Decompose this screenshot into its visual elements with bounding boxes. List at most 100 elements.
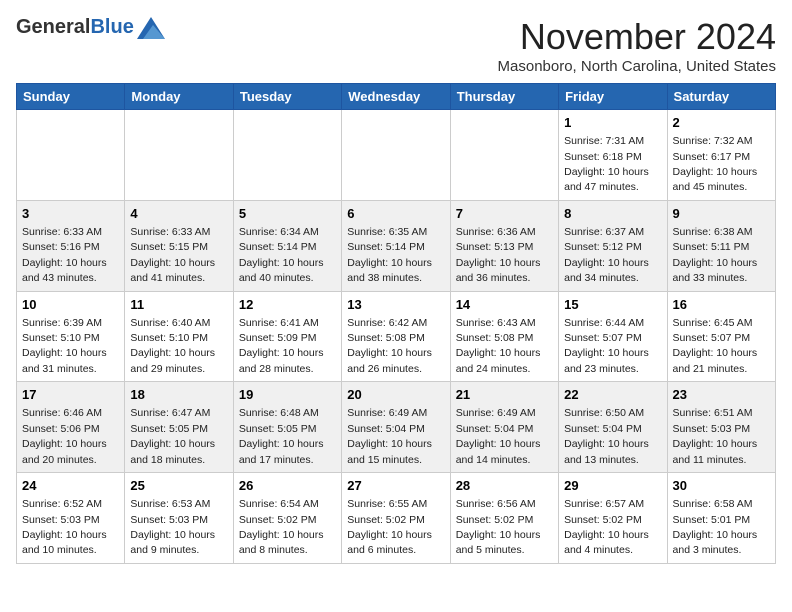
- calendar-cell: [450, 110, 558, 201]
- location: Masonboro, North Carolina, United States: [498, 58, 776, 75]
- day-number: 8: [564, 205, 661, 223]
- day-number: 1: [564, 114, 661, 132]
- weekday-header: Friday: [559, 84, 667, 110]
- day-info: Sunrise: 6:33 AM Sunset: 5:16 PM Dayligh…: [22, 226, 107, 284]
- weekday-header: Saturday: [667, 84, 775, 110]
- day-number: 20: [347, 386, 444, 404]
- day-number: 12: [239, 296, 336, 314]
- calendar-cell: 13 Sunrise: 6:42 AM Sunset: 5:08 PM Dayli…: [342, 291, 450, 382]
- day-number: 24: [22, 477, 119, 495]
- weekday-header: Thursday: [450, 84, 558, 110]
- calendar-cell: 29 Sunrise: 6:57 AM Sunset: 5:02 PM Dayli…: [559, 473, 667, 564]
- calendar-cell: 21 Sunrise: 6:49 AM Sunset: 5:04 PM Dayli…: [450, 382, 558, 473]
- day-number: 28: [456, 477, 553, 495]
- calendar-cell: [233, 110, 341, 201]
- calendar-header: SundayMondayTuesdayWednesdayThursdayFrid…: [17, 84, 776, 110]
- calendar-cell: 4Sunrise: 6:33 AM Sunset: 5:15 PM Daylig…: [125, 200, 233, 291]
- calendar-cell: 22Sunrise: 6:50 AM Sunset: 5:04 PM Dayli…: [559, 382, 667, 473]
- logo-text: GeneralBlue: [16, 16, 134, 39]
- day-info: Sunrise: 6:46 AM Sunset: 5:06 PM Dayligh…: [22, 407, 107, 465]
- calendar-cell: 7 Sunrise: 6:36 AM Sunset: 5:13 PM Daylig…: [450, 200, 558, 291]
- day-info: Sunrise: 6:37 AM Sunset: 5:12 PM Dayligh…: [564, 226, 649, 284]
- day-number: 21: [456, 386, 553, 404]
- calendar-cell: 3Sunrise: 6:33 AM Sunset: 5:16 PM Daylig…: [17, 200, 125, 291]
- calendar-cell: 23 Sunrise: 6:51 AM Sunset: 5:03 PM Dayli…: [667, 382, 775, 473]
- weekday-header: Sunday: [17, 84, 125, 110]
- calendar-cell: [342, 110, 450, 201]
- calendar-cell: 6 Sunrise: 6:35 AM Sunset: 5:14 PM Daylig…: [342, 200, 450, 291]
- day-number: 25: [130, 477, 227, 495]
- day-info: Sunrise: 6:42 AM Sunset: 5:08 PM Dayligh…: [347, 317, 432, 375]
- title-block: November 2024 Masonboro, North Carolina,…: [498, 16, 776, 75]
- calendar-cell: 2 Sunrise: 7:32 AM Sunset: 6:17 PM Daylig…: [667, 110, 775, 201]
- calendar-cell: 16 Sunrise: 6:45 AM Sunset: 5:07 PM Dayli…: [667, 291, 775, 382]
- day-info: Sunrise: 6:36 AM Sunset: 5:13 PM Dayligh…: [456, 226, 541, 284]
- day-number: 27: [347, 477, 444, 495]
- logo: GeneralBlue: [16, 16, 165, 39]
- day-info: Sunrise: 6:55 AM Sunset: 5:02 PM Dayligh…: [347, 498, 432, 556]
- day-number: 26: [239, 477, 336, 495]
- day-number: 6: [347, 205, 444, 223]
- day-info: Sunrise: 6:45 AM Sunset: 5:07 PM Dayligh…: [673, 317, 758, 375]
- day-number: 4: [130, 205, 227, 223]
- calendar-cell: 10Sunrise: 6:39 AM Sunset: 5:10 PM Dayli…: [17, 291, 125, 382]
- calendar-cell: 8 Sunrise: 6:37 AM Sunset: 5:12 PM Daylig…: [559, 200, 667, 291]
- day-info: Sunrise: 6:56 AM Sunset: 5:02 PM Dayligh…: [456, 498, 541, 556]
- calendar-week-row: 10Sunrise: 6:39 AM Sunset: 5:10 PM Dayli…: [17, 291, 776, 382]
- day-info: Sunrise: 6:38 AM Sunset: 5:11 PM Dayligh…: [673, 226, 758, 284]
- day-number: 11: [130, 296, 227, 314]
- calendar-body: 1 Sunrise: 7:31 AM Sunset: 6:18 PM Daylig…: [17, 110, 776, 564]
- calendar-cell: [17, 110, 125, 201]
- day-number: 19: [239, 386, 336, 404]
- day-info: Sunrise: 6:49 AM Sunset: 5:04 PM Dayligh…: [347, 407, 432, 465]
- day-number: 29: [564, 477, 661, 495]
- day-number: 22: [564, 386, 661, 404]
- month-title: November 2024: [498, 16, 776, 58]
- calendar-cell: [125, 110, 233, 201]
- day-number: 5: [239, 205, 336, 223]
- day-info: Sunrise: 7:32 AM Sunset: 6:17 PM Dayligh…: [673, 135, 758, 193]
- day-number: 14: [456, 296, 553, 314]
- day-number: 30: [673, 477, 770, 495]
- day-info: Sunrise: 6:41 AM Sunset: 5:09 PM Dayligh…: [239, 317, 324, 375]
- calendar-cell: 19 Sunrise: 6:48 AM Sunset: 5:05 PM Dayli…: [233, 382, 341, 473]
- day-info: Sunrise: 6:54 AM Sunset: 5:02 PM Dayligh…: [239, 498, 324, 556]
- calendar-cell: 12 Sunrise: 6:41 AM Sunset: 5:09 PM Dayli…: [233, 291, 341, 382]
- day-info: Sunrise: 6:51 AM Sunset: 5:03 PM Dayligh…: [673, 407, 758, 465]
- page-header: GeneralBlue November 2024 Masonboro, Nor…: [16, 16, 776, 75]
- calendar-cell: 5 Sunrise: 6:34 AM Sunset: 5:14 PM Daylig…: [233, 200, 341, 291]
- weekday-header: Monday: [125, 84, 233, 110]
- day-number: 17: [22, 386, 119, 404]
- day-info: Sunrise: 6:53 AM Sunset: 5:03 PM Dayligh…: [130, 498, 215, 556]
- calendar-cell: 26 Sunrise: 6:54 AM Sunset: 5:02 PM Dayli…: [233, 473, 341, 564]
- calendar-week-row: 3Sunrise: 6:33 AM Sunset: 5:16 PM Daylig…: [17, 200, 776, 291]
- calendar-table: SundayMondayTuesdayWednesdayThursdayFrid…: [16, 83, 776, 564]
- day-info: Sunrise: 6:35 AM Sunset: 5:14 PM Dayligh…: [347, 226, 432, 284]
- day-number: 16: [673, 296, 770, 314]
- weekday-header: Wednesday: [342, 84, 450, 110]
- day-number: 2: [673, 114, 770, 132]
- logo-blue: Blue: [90, 16, 133, 38]
- day-info: Sunrise: 6:57 AM Sunset: 5:02 PM Dayligh…: [564, 498, 649, 556]
- calendar-cell: 25 Sunrise: 6:53 AM Sunset: 5:03 PM Dayli…: [125, 473, 233, 564]
- day-number: 9: [673, 205, 770, 223]
- day-info: Sunrise: 6:48 AM Sunset: 5:05 PM Dayligh…: [239, 407, 324, 465]
- calendar-cell: 15Sunrise: 6:44 AM Sunset: 5:07 PM Dayli…: [559, 291, 667, 382]
- day-number: 10: [22, 296, 119, 314]
- logo-icon: [137, 17, 165, 39]
- day-info: Sunrise: 6:49 AM Sunset: 5:04 PM Dayligh…: [456, 407, 541, 465]
- day-info: Sunrise: 6:34 AM Sunset: 5:14 PM Dayligh…: [239, 226, 324, 284]
- day-number: 7: [456, 205, 553, 223]
- calendar-cell: 9 Sunrise: 6:38 AM Sunset: 5:11 PM Daylig…: [667, 200, 775, 291]
- calendar-week-row: 17 Sunrise: 6:46 AM Sunset: 5:06 PM Dayli…: [17, 382, 776, 473]
- day-number: 23: [673, 386, 770, 404]
- weekday-header: Tuesday: [233, 84, 341, 110]
- day-number: 15: [564, 296, 661, 314]
- day-info: Sunrise: 6:43 AM Sunset: 5:08 PM Dayligh…: [456, 317, 541, 375]
- calendar-week-row: 24Sunrise: 6:52 AM Sunset: 5:03 PM Dayli…: [17, 473, 776, 564]
- calendar-cell: 17 Sunrise: 6:46 AM Sunset: 5:06 PM Dayli…: [17, 382, 125, 473]
- day-info: Sunrise: 7:31 AM Sunset: 6:18 PM Dayligh…: [564, 135, 649, 193]
- calendar-cell: 18Sunrise: 6:47 AM Sunset: 5:05 PM Dayli…: [125, 382, 233, 473]
- day-number: 13: [347, 296, 444, 314]
- day-number: 18: [130, 386, 227, 404]
